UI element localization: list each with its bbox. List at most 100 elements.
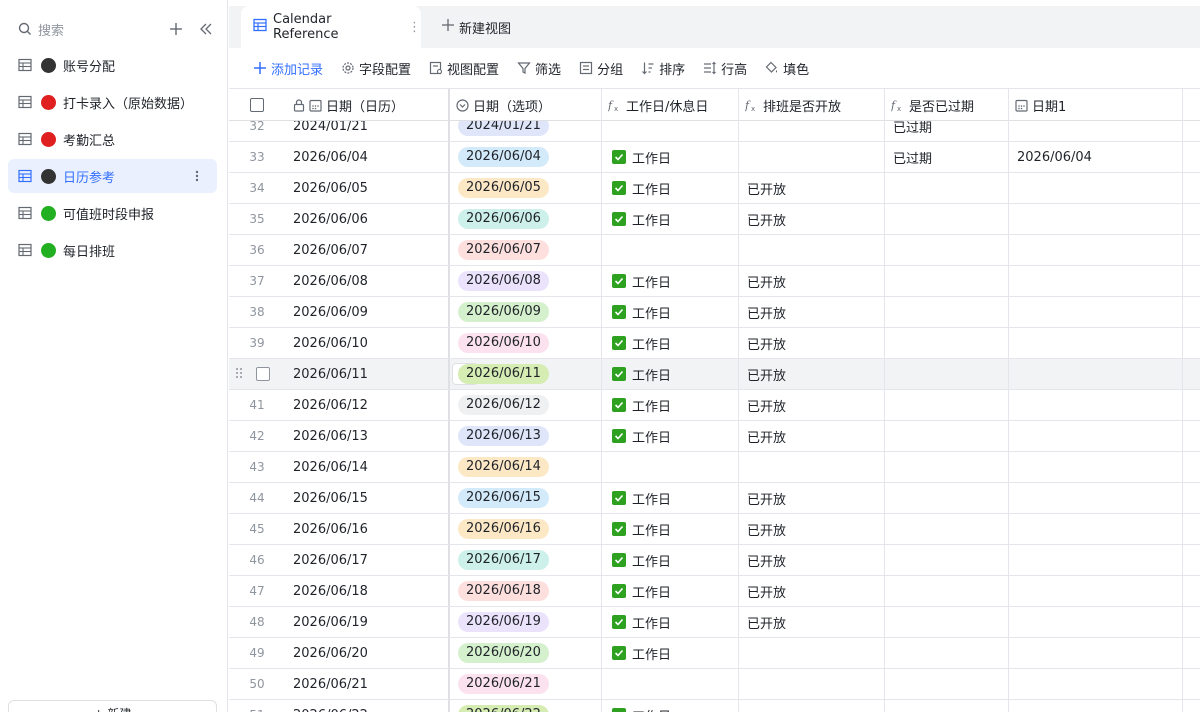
cell-date-calendar[interactable]: 2026/06/18	[285, 576, 450, 606]
cell-date-select[interactable]: 2026/06/10	[450, 328, 602, 358]
add-table-icon[interactable]	[166, 19, 186, 39]
table-row[interactable]: 2026/06/11+2026/06/11 工作日 已开放	[229, 359, 1200, 390]
cell-shift-open[interactable]: 已开放	[739, 173, 885, 203]
cell-date-calendar[interactable]: 2026/06/19	[285, 607, 450, 637]
cell-workday[interactable]: 工作日	[602, 607, 739, 637]
cell-date-calendar[interactable]: 2026/06/06	[285, 204, 450, 234]
cell-date1[interactable]	[1009, 266, 1183, 296]
add-record-button[interactable]: 添加记录	[253, 59, 323, 78]
cell-date-select[interactable]: 2026/06/05	[450, 173, 602, 203]
cell-shift-open[interactable]	[739, 235, 885, 265]
header-workday[interactable]: fx 工作日/休息日	[602, 89, 739, 121]
cell-shift-open[interactable]	[739, 669, 885, 699]
cell-date-select[interactable]: 2026/06/17	[450, 545, 602, 575]
row-handle-cell[interactable]	[229, 359, 285, 389]
sidebar-item-2[interactable]: 考勤汇总	[8, 122, 217, 156]
cell-date-select[interactable]: 2026/06/09	[450, 297, 602, 327]
sort-button[interactable]: 排序	[641, 59, 685, 78]
cell-shift-open[interactable]: 已开放	[739, 266, 885, 296]
cell-expired[interactable]	[885, 266, 1009, 296]
cell-date1[interactable]	[1009, 173, 1183, 203]
cell-date1[interactable]	[1009, 638, 1183, 668]
cell-date1[interactable]	[1009, 328, 1183, 358]
cell-expired[interactable]: 已过期	[885, 142, 1009, 172]
cell-workday[interactable]: 工作日	[602, 483, 739, 513]
cell-date-calendar[interactable]: 2026/06/16	[285, 514, 450, 544]
table-row[interactable]: 47 2026/06/18 2026/06/18 工作日 已开放	[229, 576, 1200, 607]
cell-shift-open[interactable]	[739, 638, 885, 668]
cell-date1[interactable]	[1009, 359, 1183, 389]
cell-expired[interactable]	[885, 576, 1009, 606]
cell-date-calendar[interactable]: 2026/06/07	[285, 235, 450, 265]
filter-button[interactable]: 筛选	[517, 59, 561, 78]
cell-date-calendar[interactable]: 2026/06/08	[285, 266, 450, 296]
cell-shift-open[interactable]: 已开放	[739, 204, 885, 234]
cell-date1[interactable]: 2026/06/04	[1009, 142, 1183, 172]
cell-shift-open[interactable]: 已开放	[739, 514, 885, 544]
cell-date-calendar[interactable]: 2026/06/11+	[285, 359, 497, 389]
cell-date1[interactable]	[1009, 700, 1183, 712]
cell-workday[interactable]: 工作日	[602, 421, 739, 451]
cell-shift-open[interactable]: 已开放	[739, 390, 885, 420]
cell-date-select[interactable]: 2026/06/15	[450, 483, 602, 513]
cell-workday[interactable]: 工作日	[602, 359, 739, 389]
tab-calendar-reference[interactable]: Calendar Reference ⋮	[241, 6, 421, 48]
cell-date-select[interactable]: 2026/06/04	[450, 142, 602, 172]
cell-expired[interactable]	[885, 545, 1009, 575]
table-row[interactable]: 48 2026/06/19 2026/06/19 工作日 已开放	[229, 607, 1200, 638]
cell-expired[interactable]	[885, 235, 1009, 265]
cell-date-calendar[interactable]: 2026/06/15	[285, 483, 450, 513]
table-row[interactable]: 41 2026/06/12 2026/06/12 工作日 已开放	[229, 390, 1200, 421]
header-date1[interactable]: 日期1	[1009, 89, 1183, 121]
cell-shift-open[interactable]	[739, 142, 885, 172]
cell-date-select[interactable]: 2026/06/06	[450, 204, 602, 234]
cell-workday[interactable]: 工作日	[602, 576, 739, 606]
cell-expired[interactable]	[885, 359, 1009, 389]
cell-workday[interactable]: 工作日	[602, 390, 739, 420]
cell-date-calendar[interactable]: 2026/06/21	[285, 669, 450, 699]
cell-date-calendar[interactable]: 2026/06/10	[285, 328, 450, 358]
cell-date-calendar[interactable]: 2026/06/14	[285, 452, 450, 482]
table-row[interactable]: 35 2026/06/06 2026/06/06 工作日 已开放	[229, 204, 1200, 235]
cell-expired[interactable]	[885, 514, 1009, 544]
cell-workday[interactable]: 工作日	[602, 204, 739, 234]
cell-shift-open[interactable]: 已开放	[739, 328, 885, 358]
cell-shift-open[interactable]: 已开放	[739, 421, 885, 451]
table-row[interactable]: 36 2026/06/07 2026/06/07	[229, 235, 1200, 266]
cell-expired[interactable]	[885, 700, 1009, 712]
cell-date-select[interactable]: 2026/06/22	[450, 700, 602, 712]
search-placeholder[interactable]: 搜索	[38, 20, 156, 39]
cell-shift-open[interactable]	[739, 700, 885, 712]
cell-date1[interactable]	[1009, 421, 1183, 451]
table-row[interactable]: 39 2026/06/10 2026/06/10 工作日 已开放	[229, 328, 1200, 359]
cell-workday[interactable]: 工作日	[602, 328, 739, 358]
header-expired[interactable]: fx 是否已过期	[885, 89, 1009, 121]
cell-date-calendar[interactable]: 2026/06/12	[285, 390, 450, 420]
cell-workday[interactable]: 工作日	[602, 545, 739, 575]
cell-shift-open[interactable]: 已开放	[739, 483, 885, 513]
cell-date1[interactable]	[1009, 669, 1183, 699]
header-date-select[interactable]: 日期（选项）	[450, 89, 602, 121]
cell-expired[interactable]	[885, 483, 1009, 513]
table-row[interactable]: 37 2026/06/08 2026/06/08 工作日 已开放	[229, 266, 1200, 297]
select-all-checkbox[interactable]	[250, 98, 264, 112]
cell-expired[interactable]	[885, 173, 1009, 203]
cell-shift-open[interactable]: 已开放	[739, 576, 885, 606]
table-row[interactable]: 51 2026/06/22 2026/06/22 工作日	[229, 700, 1200, 712]
cell-date1[interactable]	[1009, 204, 1183, 234]
cell-workday[interactable]: 工作日	[602, 266, 739, 296]
cell-expired[interactable]	[885, 297, 1009, 327]
cell-date-select[interactable]: 2026/06/19	[450, 607, 602, 637]
cell-expired[interactable]	[885, 607, 1009, 637]
cell-date1[interactable]	[1009, 390, 1183, 420]
cell-date-calendar[interactable]: 2026/06/17	[285, 545, 450, 575]
sidebar-item-1[interactable]: 打卡录入（原始数据）	[8, 85, 217, 119]
tab-more-icon[interactable]: ⋮	[408, 20, 421, 35]
table-row[interactable]: 43 2026/06/14 2026/06/14	[229, 452, 1200, 483]
header-date-calendar[interactable]: 日期（日历）	[285, 89, 450, 121]
cell-date-calendar[interactable]: 2026/06/13	[285, 421, 450, 451]
table-row[interactable]: 49 2026/06/20 2026/06/20 工作日	[229, 638, 1200, 669]
cell-date-calendar[interactable]: 2026/06/20	[285, 638, 450, 668]
sidebar-item-3[interactable]: 日历参考	[8, 159, 217, 193]
row-checkbox[interactable]	[256, 367, 270, 381]
